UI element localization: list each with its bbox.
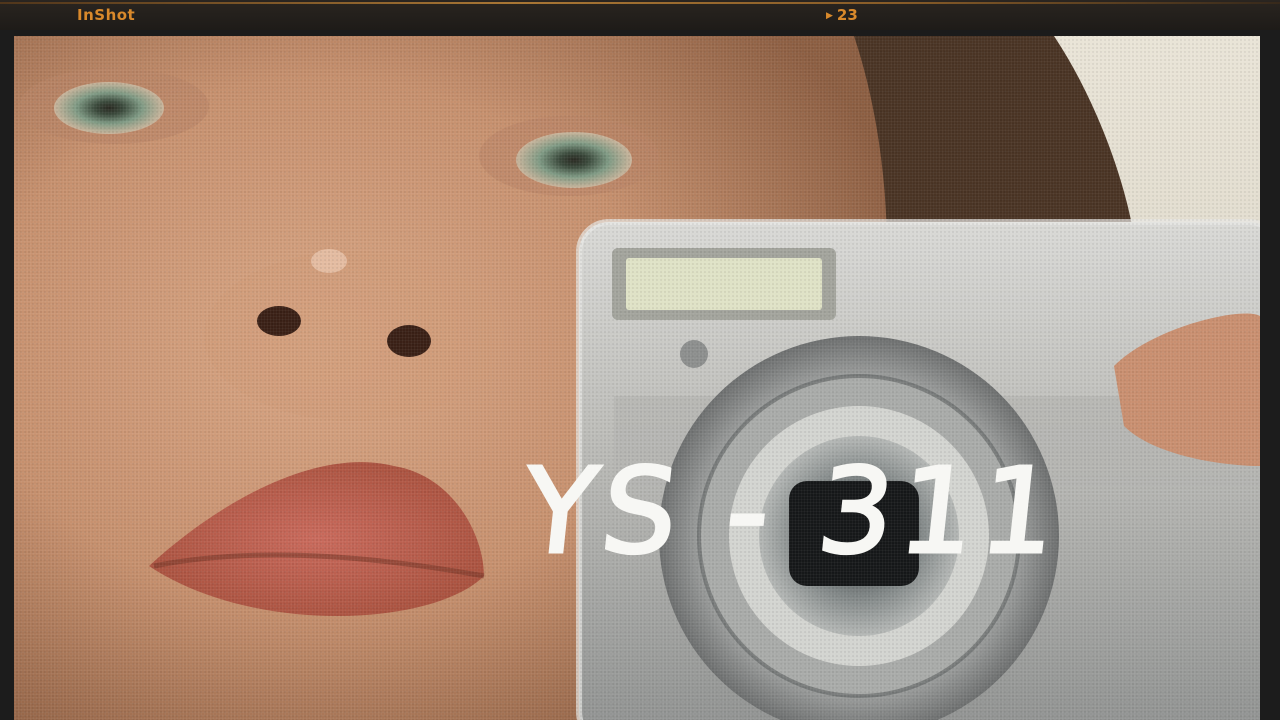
handwritten-caption: YS - 311	[516, 442, 1069, 580]
film-frame-stage: InShot ▶ 23 YS - 311	[0, 0, 1280, 720]
handwritten-overlay: YS - 311	[515, 441, 1071, 582]
